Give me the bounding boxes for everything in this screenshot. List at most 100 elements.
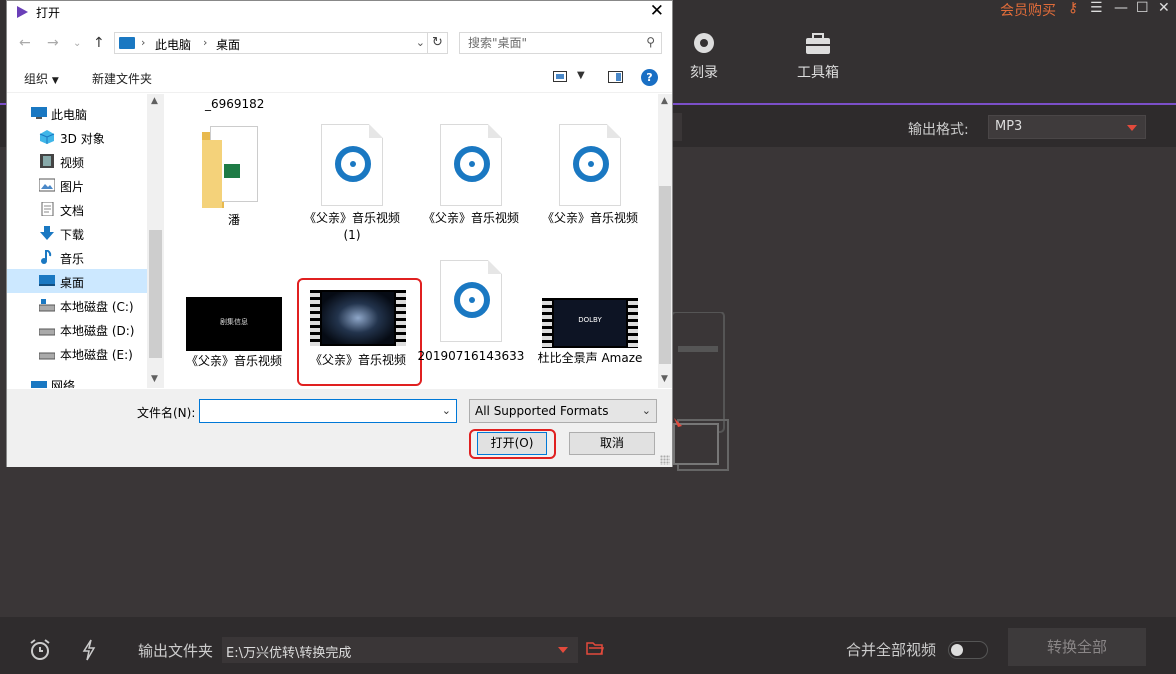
new-folder-button[interactable]: 新建文件夹 [92,70,152,87]
menu-icon[interactable]: ☰ [1090,0,1103,16]
caret-down-icon[interactable]: ▼ [577,70,585,81]
sidebar-item-label: 音乐 [60,252,85,266]
drive-icon [39,328,55,336]
search-box[interactable]: ⚲ [459,32,662,54]
sidebar-item-label: 图片 [60,180,85,194]
filename-label: 文件名(N): [137,406,196,420]
computer-icon [119,37,135,49]
chevron-down-icon[interactable]: ⌄ [442,404,451,417]
file-name: 潘 [227,213,240,227]
organize-menu[interactable]: 组织 ▼ [24,70,59,87]
dialog-titlebar: 打开 ✕ [7,1,672,23]
file-item[interactable]: DOLBY 杜比全景声 Amaze [535,298,645,367]
member-purchase-link[interactable]: 会员购买 [1000,0,1056,20]
chevron-down-icon[interactable]: ⌄ [416,36,425,49]
computer-icon [31,107,47,119]
sidebar-item-pictures[interactable]: 图片 [7,173,147,197]
sidebar-item-drive-d[interactable]: 本地磁盘 (D:) [7,317,147,341]
nav-scrollbar[interactable]: ▲ ▼ [147,94,164,388]
scroll-down-icon[interactable]: ▼ [661,374,668,384]
sidebar-item-this-pc[interactable]: 此电脑 [7,101,147,125]
nav-toolbox[interactable]: 工具箱 [778,32,858,82]
dialog-toolbar: 组织 ▼ 新建文件夹 ▼ ? [7,63,672,93]
scrollbar-thumb[interactable] [659,186,671,364]
scroll-up-icon[interactable]: ▲ [661,96,668,106]
convert-all-button[interactable]: 转换全部 [1008,628,1146,666]
minimize-icon[interactable]: — [1114,0,1128,16]
sidebar-item-network[interactable]: 网络 [7,372,147,388]
file-item[interactable]: 《父亲》音乐视频 [535,124,645,227]
lightning-icon[interactable] [80,638,98,662]
scrollbar-thumb[interactable] [149,230,162,358]
open-button[interactable]: 打开(O) [477,432,547,455]
breadcrumb-this-pc[interactable]: 此电脑 [155,36,191,53]
chevron-down-icon [1127,125,1137,131]
cancel-button[interactable]: 取消 [569,432,655,455]
sidebar-item-downloads[interactable]: 下载 [7,221,147,245]
search-input[interactable] [460,33,630,53]
close-icon[interactable]: ✕ [650,1,664,21]
chevron-down-icon [558,647,568,653]
recent-chevron-icon[interactable]: ⌄ [73,38,81,49]
preview-pane-icon[interactable] [608,71,623,83]
scroll-down-icon[interactable]: ▼ [151,374,158,384]
file-name: 《父亲》音乐视频 [541,211,638,225]
nav-burn[interactable]: 刻录 [664,32,744,82]
merge-toggle[interactable] [948,641,988,659]
audio-file-icon [321,124,383,206]
sidebar-item-music[interactable]: 音乐 [7,245,147,269]
audio-file-icon [559,124,621,206]
window-close-icon[interactable]: ✕ [1158,0,1170,16]
drop-area-illustration [672,312,729,471]
partial-file-label: _6969182 [205,97,265,111]
output-folder-path[interactable]: E:\万兴优转\转换完成 [222,637,578,663]
download-icon [40,226,54,240]
output-folder-path-value: E:\万兴优转\转换完成 [226,646,352,661]
forward-icon[interactable]: → [47,35,59,51]
breadcrumb-desktop[interactable]: 桌面 [216,36,240,53]
sidebar-item-drive-e[interactable]: 本地磁盘 (E:) [7,341,147,365]
nav-toolbox-label: 工具箱 [797,65,839,81]
3d-objects-icon [39,130,55,144]
sidebar-item-documents[interactable]: 文档 [7,197,147,221]
file-item[interactable]: 剧集信息 《父亲》音乐视频 [179,297,289,370]
chevron-down-icon: ⌄ [641,404,651,417]
file-item[interactable]: 20190716143633 [416,260,526,365]
sidebar-item-drive-c[interactable]: 本地磁盘 (C:) [7,293,147,317]
file-item-selected[interactable]: 《父亲》音乐视频 [303,290,413,369]
file-type-select[interactable]: All Supported Formats ⌄ [469,399,657,423]
help-icon[interactable]: ? [641,69,658,86]
sidebar-item-videos[interactable]: 视频 [7,149,147,173]
folder-open-icon[interactable] [586,641,604,655]
view-mode-icon[interactable] [553,71,567,82]
maximize-icon[interactable]: ☐ [1136,0,1149,16]
address-bar[interactable]: › 此电脑 › 桌面 ⌄ [114,32,428,54]
file-item[interactable]: 《父亲》音乐视频(1) [297,124,407,244]
file-item[interactable]: 《父亲》音乐视频 [416,124,526,227]
nav-burn-label: 刻录 [690,65,718,81]
file-name: 杜比全景声 Amaze [537,351,643,365]
filename-input[interactable]: ⌄ [199,399,457,423]
sidebar-item-desktop[interactable]: 桌面 [7,269,147,293]
resize-grip[interactable] [660,455,670,465]
navigation-pane: 此电脑 3D 对象 视频 图片 文档 下载 音乐 桌面 本地磁盘 (C:) 本地… [7,94,165,388]
toggle-knob [951,644,963,656]
sidebar-item-label: 此电脑 [51,108,88,122]
output-format-select[interactable]: MP3 [988,115,1146,139]
back-icon[interactable]: ← [19,35,31,51]
key-icon[interactable]: ⚷ [1068,0,1078,16]
file-name: 《父亲》音乐视频 [422,211,519,225]
breadcrumb-separator: › [203,36,208,49]
alarm-clock-icon[interactable] [28,638,52,662]
toolbox-icon [806,33,830,54]
up-icon[interactable]: ↑ [93,35,105,51]
file-scrollbar[interactable]: ▲ ▼ [658,94,672,388]
audio-file-icon [440,124,502,206]
dialog-bottom-bar: 文件名(N): ⌄ All Supported Formats ⌄ 打开(O) … [7,389,672,467]
sidebar-item-3d-objects[interactable]: 3D 对象 [7,125,147,149]
file-item[interactable]: 潘 [179,124,289,229]
folder-icon [202,124,266,208]
output-format-label: 输出格式: [908,122,969,138]
scroll-up-icon[interactable]: ▲ [151,96,158,106]
refresh-icon[interactable]: ↻ [428,32,448,54]
